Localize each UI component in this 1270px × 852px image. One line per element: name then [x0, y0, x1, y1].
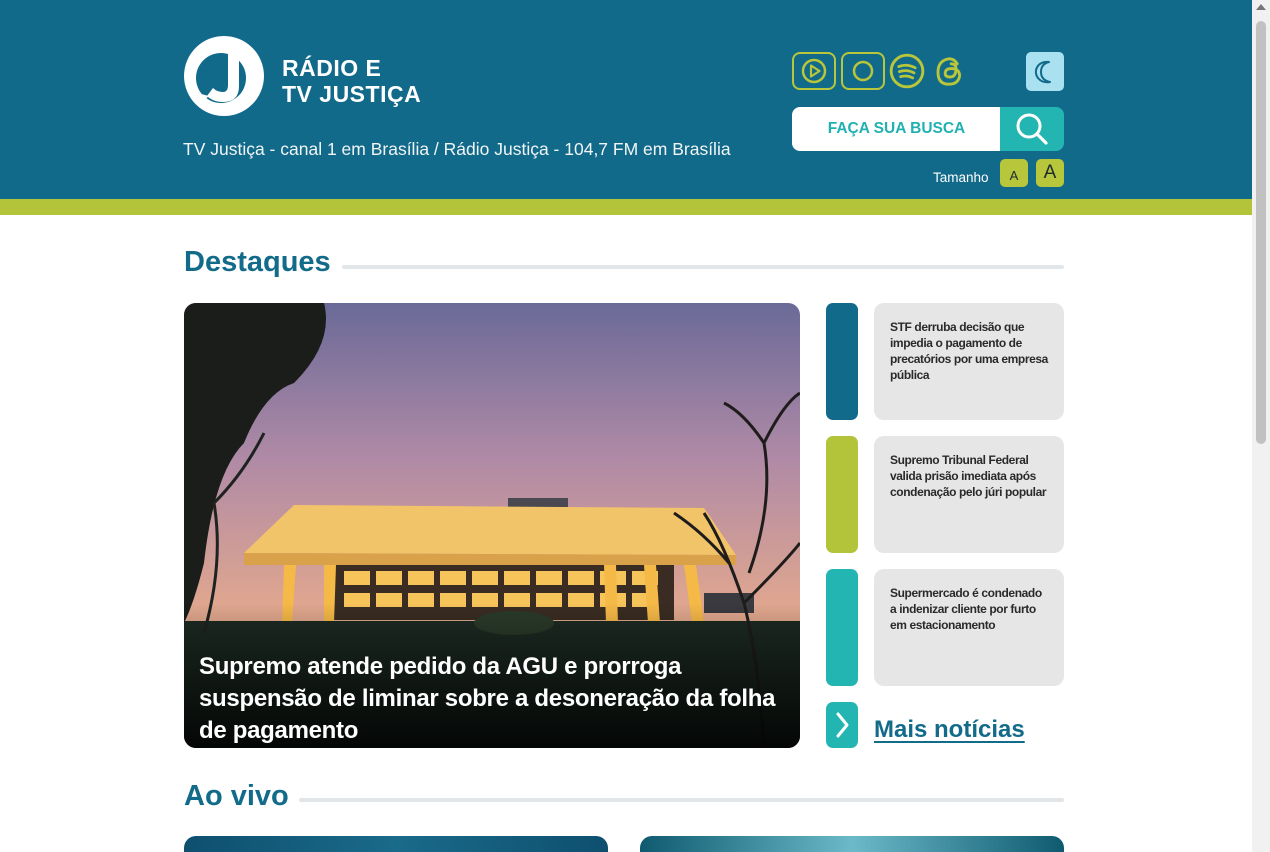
youtube-icon — [801, 58, 827, 84]
threads-icon — [936, 57, 962, 86]
youtube-link[interactable] — [792, 52, 836, 90]
scroll-up-arrow-icon[interactable] — [1256, 4, 1266, 10]
news-item-1-title: STF derruba decisão que impedia o pagame… — [890, 320, 1048, 382]
brand-line-2: TV JUSTIÇA — [282, 81, 422, 107]
destaques-divider — [342, 265, 1064, 269]
search-placeholder: FAÇA SUA BUSCA — [827, 120, 966, 137]
font-size-decrease-button[interactable]: A — [1000, 159, 1028, 187]
destaques-heading: Destaques — [184, 246, 331, 278]
tv-justica-logo[interactable] — [183, 36, 265, 116]
header-accent-band — [0, 199, 1252, 215]
news-item-2-title: Supremo Tribunal Federal valida prisão i… — [890, 453, 1047, 499]
moon-icon — [1034, 60, 1051, 83]
news-color-bar-3 — [826, 569, 858, 686]
news-color-bar-1 — [826, 303, 858, 420]
news-item-2[interactable]: Supremo Tribunal Federal valida prisão i… — [874, 436, 1064, 553]
featured-news-headline[interactable]: Supremo atende pedido da AGU e prorroga … — [199, 651, 789, 747]
chevron-right-icon — [836, 712, 849, 738]
instagram-icon — [852, 60, 874, 82]
font-size-label: Tamanho — [933, 170, 989, 185]
ao-vivo-divider — [299, 798, 1064, 802]
more-news-arrow-button[interactable] — [826, 702, 858, 748]
search-input[interactable]: FAÇA SUA BUSCA — [792, 107, 1001, 151]
live-radio-thumbnail[interactable] — [640, 836, 1064, 852]
instagram-link[interactable] — [841, 52, 885, 90]
channel-tagline: TV Justiça - canal 1 em Brasília / Rádio… — [183, 139, 731, 159]
brand-name[interactable]: RÁDIO E TV JUSTIÇA — [282, 55, 421, 107]
spotify-link[interactable] — [885, 52, 929, 90]
spotify-icon — [889, 53, 925, 89]
ao-vivo-heading: Ao vivo — [184, 780, 289, 812]
brand-line-1: RÁDIO E — [282, 55, 382, 81]
page-scrollbar[interactable] — [1252, 0, 1270, 852]
more-news-link[interactable]: Mais notícias — [874, 716, 1025, 744]
news-item-1[interactable]: STF derruba decisão que impedia o pagame… — [874, 303, 1064, 420]
news-item-3[interactable]: Supermercado é condenado a indenizar cli… — [874, 569, 1064, 686]
live-tv-thumbnail[interactable] — [184, 836, 608, 852]
search-icon — [1016, 113, 1048, 145]
threads-link[interactable] — [928, 52, 972, 90]
news-color-bar-2 — [826, 436, 858, 553]
featured-news-card[interactable]: Supremo atende pedido da AGU e prorroga … — [184, 303, 800, 748]
search-button[interactable] — [1000, 107, 1064, 151]
news-item-3-title: Supermercado é condenado a indenizar cli… — [890, 586, 1042, 632]
scrollbar-thumb[interactable] — [1256, 21, 1266, 444]
font-size-increase-button[interactable]: A — [1036, 159, 1064, 187]
dark-mode-toggle[interactable] — [1026, 52, 1064, 91]
